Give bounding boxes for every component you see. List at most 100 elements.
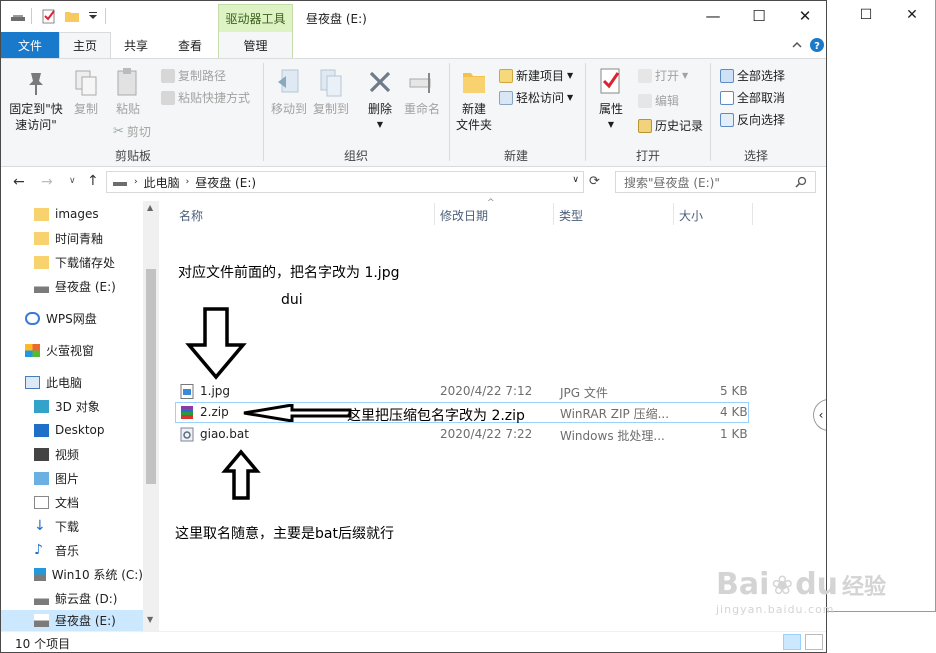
nav-item-label: Desktop bbox=[55, 423, 105, 437]
up-arrow-icon[interactable]: ↑ bbox=[87, 173, 99, 189]
nav-item-drive-e[interactable]: 昼夜盘 (E:) bbox=[1, 610, 143, 631]
folder-icon bbox=[34, 255, 49, 269]
chevron-up-icon[interactable] bbox=[791, 39, 803, 51]
scroll-up-icon[interactable]: ▲ bbox=[147, 203, 153, 212]
paste-button[interactable]: 粘贴 bbox=[109, 101, 147, 117]
group-label-clipboard: 剪贴板 bbox=[114, 149, 151, 163]
scroll-down-icon[interactable]: ▼ bbox=[147, 615, 153, 624]
delete-button[interactable]: 删除 ▼ bbox=[361, 101, 399, 133]
cut-label: 剪切 bbox=[126, 125, 151, 139]
nav-item-downloads-storage[interactable]: 下载储存处 bbox=[1, 250, 143, 274]
file-row[interactable]: 1.jpg 2020/4/22 7:12 JPG 文件 5 KB bbox=[175, 381, 749, 402]
move-to-icon bbox=[278, 69, 299, 93]
nav-item-this-pc[interactable]: 此电脑 bbox=[1, 370, 143, 394]
paste-shortcut-label: 粘贴快捷方式 bbox=[178, 91, 251, 105]
column-header-name[interactable]: 名称 bbox=[179, 207, 203, 224]
chevron-down-icon: ▼ bbox=[567, 93, 574, 102]
tab-manage[interactable]: 管理 bbox=[218, 32, 293, 58]
nav-item-videos[interactable]: 视频 bbox=[1, 442, 143, 466]
nav-item-images[interactable]: images bbox=[1, 202, 143, 226]
invert-selection-button[interactable]: 反向选择 bbox=[720, 111, 785, 128]
search-input[interactable]: 搜索"昼夜盘 (E:)" bbox=[615, 171, 816, 193]
select-none-button[interactable]: 全部取消 bbox=[720, 89, 785, 106]
nav-scrollbar[interactable]: ▲ ▼ bbox=[143, 201, 159, 631]
chevron-down-icon: ▼ bbox=[567, 71, 574, 80]
refresh-icon[interactable]: ⟳ bbox=[589, 174, 600, 189]
computer-icon bbox=[25, 375, 40, 389]
nav-item-wps[interactable]: WPS网盘 bbox=[1, 306, 143, 330]
details-view-icon[interactable] bbox=[783, 634, 801, 650]
winrar-archive-icon bbox=[181, 406, 193, 419]
file-type: JPG 文件 bbox=[560, 386, 608, 400]
history-button[interactable]: 历史记录 bbox=[638, 117, 703, 134]
copy-path-button[interactable]: 复制路径 bbox=[161, 67, 226, 84]
maximize-button[interactable]: ☐ bbox=[851, 4, 881, 26]
scroll-thumb[interactable] bbox=[146, 269, 156, 484]
nav-item-drive-d[interactable]: 鲸云盘 (D:) bbox=[1, 586, 143, 610]
edit-button[interactable]: 编辑 bbox=[638, 92, 679, 109]
nav-item-desktop[interactable]: Desktop bbox=[1, 418, 143, 442]
minimize-button[interactable]: — bbox=[691, 4, 735, 28]
address-bar[interactable]: › 此电脑 › 昼夜盘 (E:) ∨ bbox=[106, 171, 584, 193]
nav-item-drive-c[interactable]: Win10 系统 (C:) bbox=[1, 562, 143, 586]
nav-item-music[interactable]: ♪ 音乐 bbox=[1, 538, 143, 562]
nav-item-documents[interactable]: 文档 bbox=[1, 490, 143, 514]
column-header-size[interactable]: 大小 bbox=[679, 207, 703, 224]
pin-label-2: 速访问" bbox=[15, 118, 57, 132]
pin-quick-access-button[interactable]: 固定到"快 速访问" bbox=[5, 101, 67, 133]
nav-item-drive-e-quick[interactable]: 昼夜盘 (E:) bbox=[1, 274, 143, 298]
select-all-button[interactable]: 全部选择 bbox=[720, 67, 785, 84]
maximize-button[interactable]: ☐ bbox=[737, 4, 781, 28]
new-folder-button[interactable]: 新建 文件夹 bbox=[453, 101, 495, 133]
forward-arrow-icon[interactable]: → bbox=[41, 174, 53, 190]
tab-file[interactable]: 文件 bbox=[1, 32, 59, 58]
copy-path-label: 复制路径 bbox=[178, 69, 227, 83]
column-header-modified[interactable]: 修改日期 bbox=[440, 207, 488, 224]
cut-button[interactable]: ✂ 剪切 bbox=[113, 123, 151, 140]
breadcrumb-pc[interactable]: 此电脑 bbox=[144, 174, 180, 191]
nav-item-pictures[interactable]: 图片 bbox=[1, 466, 143, 490]
properties-icon[interactable] bbox=[41, 8, 57, 24]
rename-button[interactable]: 重命名 bbox=[401, 101, 443, 117]
breadcrumb-drive[interactable]: 昼夜盘 (E:) bbox=[195, 174, 256, 191]
group-label-open: 打开 bbox=[635, 149, 660, 163]
item-count: 10 个项目 bbox=[15, 637, 71, 651]
tab-home[interactable]: 主页 bbox=[59, 32, 111, 58]
nav-item-downloads[interactable]: ↓ 下载 bbox=[1, 514, 143, 538]
chevron-down-icon[interactable]: ∨ bbox=[572, 175, 579, 185]
close-button[interactable]: ✕ bbox=[897, 4, 927, 26]
column-header-type[interactable]: 类型 bbox=[559, 207, 583, 224]
chevron-down-icon[interactable] bbox=[85, 8, 101, 24]
nav-item-time[interactable]: 时间青釉 bbox=[1, 226, 143, 250]
nav-item-firefly[interactable]: 火萤视窗 bbox=[1, 338, 143, 362]
properties-button[interactable]: 属性 ▼ bbox=[591, 101, 631, 133]
ribbon: 固定到"快 速访问" 复制 粘贴 复制路径 粘贴快捷方式 ✂ 剪切 剪贴板 移动到 … bbox=[1, 58, 826, 167]
chevron-down-icon: ▼ bbox=[376, 120, 384, 129]
close-button[interactable]: ✕ bbox=[783, 4, 826, 28]
copy-to-button[interactable]: 复制到 bbox=[309, 101, 353, 117]
new-folder-label-2: 文件夹 bbox=[455, 118, 492, 132]
group-divider bbox=[585, 63, 586, 161]
new-item-button[interactable]: 新建项目 ▼ bbox=[499, 67, 573, 84]
nav-item-3d[interactable]: 3D 对象 bbox=[1, 394, 143, 418]
open-button[interactable]: 打开 ▼ bbox=[638, 67, 688, 84]
move-to-button[interactable]: 移动到 bbox=[267, 101, 311, 117]
tab-view[interactable]: 查看 bbox=[167, 32, 213, 58]
paste-shortcut-button[interactable]: 粘贴快捷方式 bbox=[161, 89, 250, 106]
large-icons-view-icon[interactable] bbox=[805, 634, 823, 650]
easy-access-button[interactable]: 轻松访问 ▼ bbox=[499, 89, 573, 106]
file-row[interactable]: giao.bat 2020/4/22 7:22 Windows 批处理... 1… bbox=[175, 424, 749, 445]
new-folder-icon[interactable] bbox=[64, 8, 80, 24]
chevron-down-icon[interactable]: ∨ bbox=[69, 176, 76, 186]
back-arrow-icon[interactable]: ← bbox=[13, 174, 25, 190]
file-name: 2.zip bbox=[200, 405, 229, 419]
help-icon[interactable]: ? bbox=[809, 37, 825, 53]
file-type: Windows 批处理... bbox=[560, 429, 665, 443]
video-icon bbox=[34, 447, 49, 461]
desktop-icon bbox=[34, 423, 49, 437]
file-size: 5 KB bbox=[720, 384, 748, 398]
tab-share[interactable]: 共享 bbox=[113, 32, 159, 58]
copy-button[interactable]: 复制 bbox=[69, 101, 103, 117]
column-divider bbox=[752, 203, 753, 225]
rename-icon bbox=[409, 73, 431, 93]
